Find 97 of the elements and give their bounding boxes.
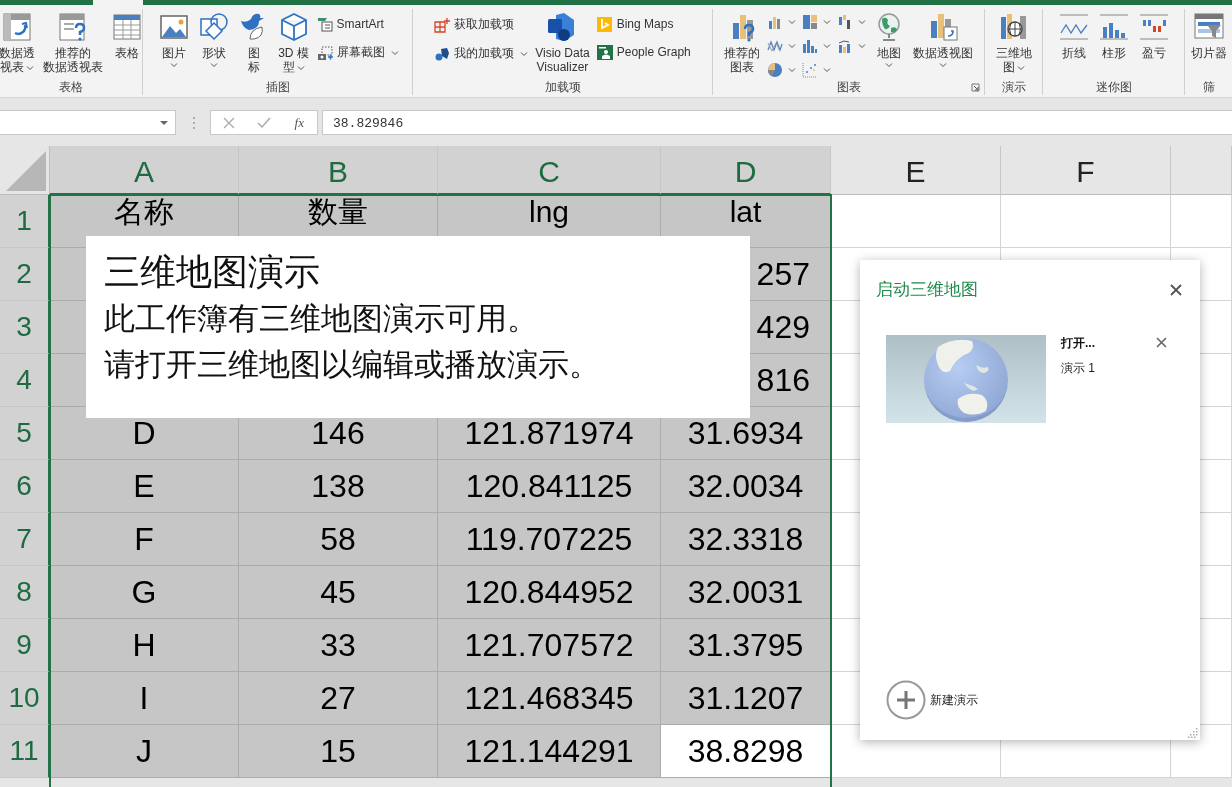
check-icon xyxy=(257,116,271,129)
ribbon-button[interactable]: 我的加载项 xyxy=(432,44,531,63)
message-title: 三维地图演示 xyxy=(104,250,320,294)
chart-type-button[interactable] xyxy=(765,61,798,79)
column-header[interactable]: A xyxy=(50,146,239,195)
close-icon xyxy=(1170,283,1182,296)
ribbon-button[interactable]: 切片器 xyxy=(1187,9,1230,62)
chevron-icon xyxy=(788,19,796,25)
line-chart-icon xyxy=(767,38,783,54)
panel-title: 启动三维地图 xyxy=(876,279,978,301)
column-chart-icon xyxy=(767,14,783,30)
ribbon-button[interactable]: People Graph xyxy=(594,43,693,61)
row-header[interactable]: 6 xyxy=(0,460,50,513)
message-text: 请打开三维地图以编辑或播放演示。 xyxy=(104,346,600,384)
waterfall-icon xyxy=(837,14,853,30)
row-header[interactable]: 1 xyxy=(0,195,50,248)
close-button[interactable] xyxy=(1168,281,1184,298)
bar-chart-icon xyxy=(802,38,818,54)
ribbon-button[interactable]: 表格 xyxy=(108,9,146,62)
group-label: 筛 xyxy=(1202,79,1215,95)
column-header[interactable]: D xyxy=(661,146,831,195)
ribbon-button[interactable]: 折线 xyxy=(1054,9,1093,62)
ribbon-button[interactable]: 数据透视图 xyxy=(910,9,976,70)
ribbon-button[interactable]: 推荐的 数据透视表 xyxy=(40,9,106,76)
close-icon xyxy=(1155,336,1167,348)
row-header[interactable]: 3 xyxy=(0,301,50,354)
ribbon-button[interactable]: 图 标 xyxy=(234,9,273,76)
ribbon-button[interactable]: 柱形 xyxy=(1094,9,1133,62)
column-header[interactable]: B xyxy=(239,146,438,195)
smartart-icon xyxy=(316,16,333,32)
row-header[interactable]: 7 xyxy=(0,513,50,566)
column-header[interactable]: C xyxy=(438,146,661,195)
dialog-launcher-icon[interactable] xyxy=(971,83,980,92)
tour-name: 演示 1 xyxy=(1061,360,1096,377)
chevron-icon xyxy=(858,19,866,25)
treemap-icon xyxy=(802,14,818,30)
resize-grip-icon xyxy=(1188,728,1198,738)
new-tour-button[interactable]: 新建演示 xyxy=(886,680,978,720)
win-loss-icon xyxy=(1137,11,1170,43)
dropdown-arrow-icon xyxy=(159,119,169,126)
group-label: 迷你图 xyxy=(1095,79,1132,95)
ribbon-button[interactable]: 形状 xyxy=(194,9,233,70)
ribbon-button[interactable]: 图片 xyxy=(154,9,193,70)
person-chart-icon xyxy=(596,44,613,60)
tour-title[interactable]: 打开... xyxy=(1061,335,1154,352)
chart-type-button[interactable] xyxy=(800,37,833,55)
formula-field[interactable]: 38.829846 xyxy=(322,110,1232,135)
ribbon-button[interactable]: Visio Data Visualizer xyxy=(532,9,593,76)
ribbon-button[interactable]: SmartArt xyxy=(314,15,401,33)
scatter-chart-icon xyxy=(802,62,818,78)
chevron-icon xyxy=(823,43,831,49)
table-cell: 38.8298 xyxy=(661,725,831,778)
message-text: 此工作簿有三维地图演示可用。 xyxy=(104,300,538,338)
chevron-icon xyxy=(823,19,831,25)
table-icon xyxy=(111,11,143,43)
b-logo-icon xyxy=(596,16,613,32)
row-header[interactable]: 4 xyxy=(0,354,50,407)
delete-button[interactable] xyxy=(1154,335,1168,349)
chart-type-button[interactable] xyxy=(800,13,833,31)
row-header[interactable]: 8 xyxy=(0,566,50,619)
chevron-icon xyxy=(788,43,796,49)
column-header[interactable]: E xyxy=(831,146,1001,195)
shapes-icon xyxy=(197,11,230,43)
close-icon xyxy=(222,116,235,129)
ribbon-button[interactable]: 屏幕截图 xyxy=(314,43,401,62)
ribbon-button[interactable]: 三维地 图 xyxy=(992,9,1035,76)
plus-circle-icon xyxy=(886,680,926,720)
group-label: 表格 xyxy=(59,79,83,95)
ribbon-button[interactable]: 地图 xyxy=(870,9,908,70)
row-header[interactable]: 10 xyxy=(0,672,50,725)
add-in-grid-icon xyxy=(434,16,451,33)
ribbon-button[interactable]: 获取加载项 xyxy=(432,15,531,34)
sparkline-column-icon xyxy=(1097,11,1130,43)
chevron-icon xyxy=(788,67,796,73)
ribbon-button[interactable]: 盈亏 xyxy=(1134,9,1173,62)
screenshot-icon xyxy=(316,44,333,61)
pie-chart-icon xyxy=(767,62,783,78)
ribbon-button[interactable]: Bing Maps xyxy=(594,15,693,33)
table-cell xyxy=(1171,195,1232,248)
combo-chart-icon xyxy=(837,38,853,54)
chevron-icon xyxy=(823,67,831,73)
row-header[interactable]: 9 xyxy=(0,619,50,672)
row-header[interactable]: 5 xyxy=(0,407,50,460)
sparkline-line-icon xyxy=(1057,11,1090,43)
group-label: 加载项 xyxy=(544,79,581,95)
ribbon-button[interactable]: 推荐的 图表 xyxy=(721,9,763,76)
drag-handle-icon xyxy=(192,115,196,130)
blocks-icon xyxy=(434,45,451,62)
group-label: 插图 xyxy=(265,79,290,95)
group-label: 演示 xyxy=(1001,79,1026,95)
row-header[interactable]: 2 xyxy=(0,248,50,301)
ribbon-button[interactable]: 3D 模 型 xyxy=(274,9,313,76)
row-header[interactable]: 11 xyxy=(0,725,50,778)
column-header[interactable]: F xyxy=(1001,146,1171,195)
group-label: 图表 xyxy=(836,79,861,95)
chevron-icon xyxy=(858,43,866,49)
ribbon-button[interactable]: 数据透 视表 xyxy=(0,9,38,76)
